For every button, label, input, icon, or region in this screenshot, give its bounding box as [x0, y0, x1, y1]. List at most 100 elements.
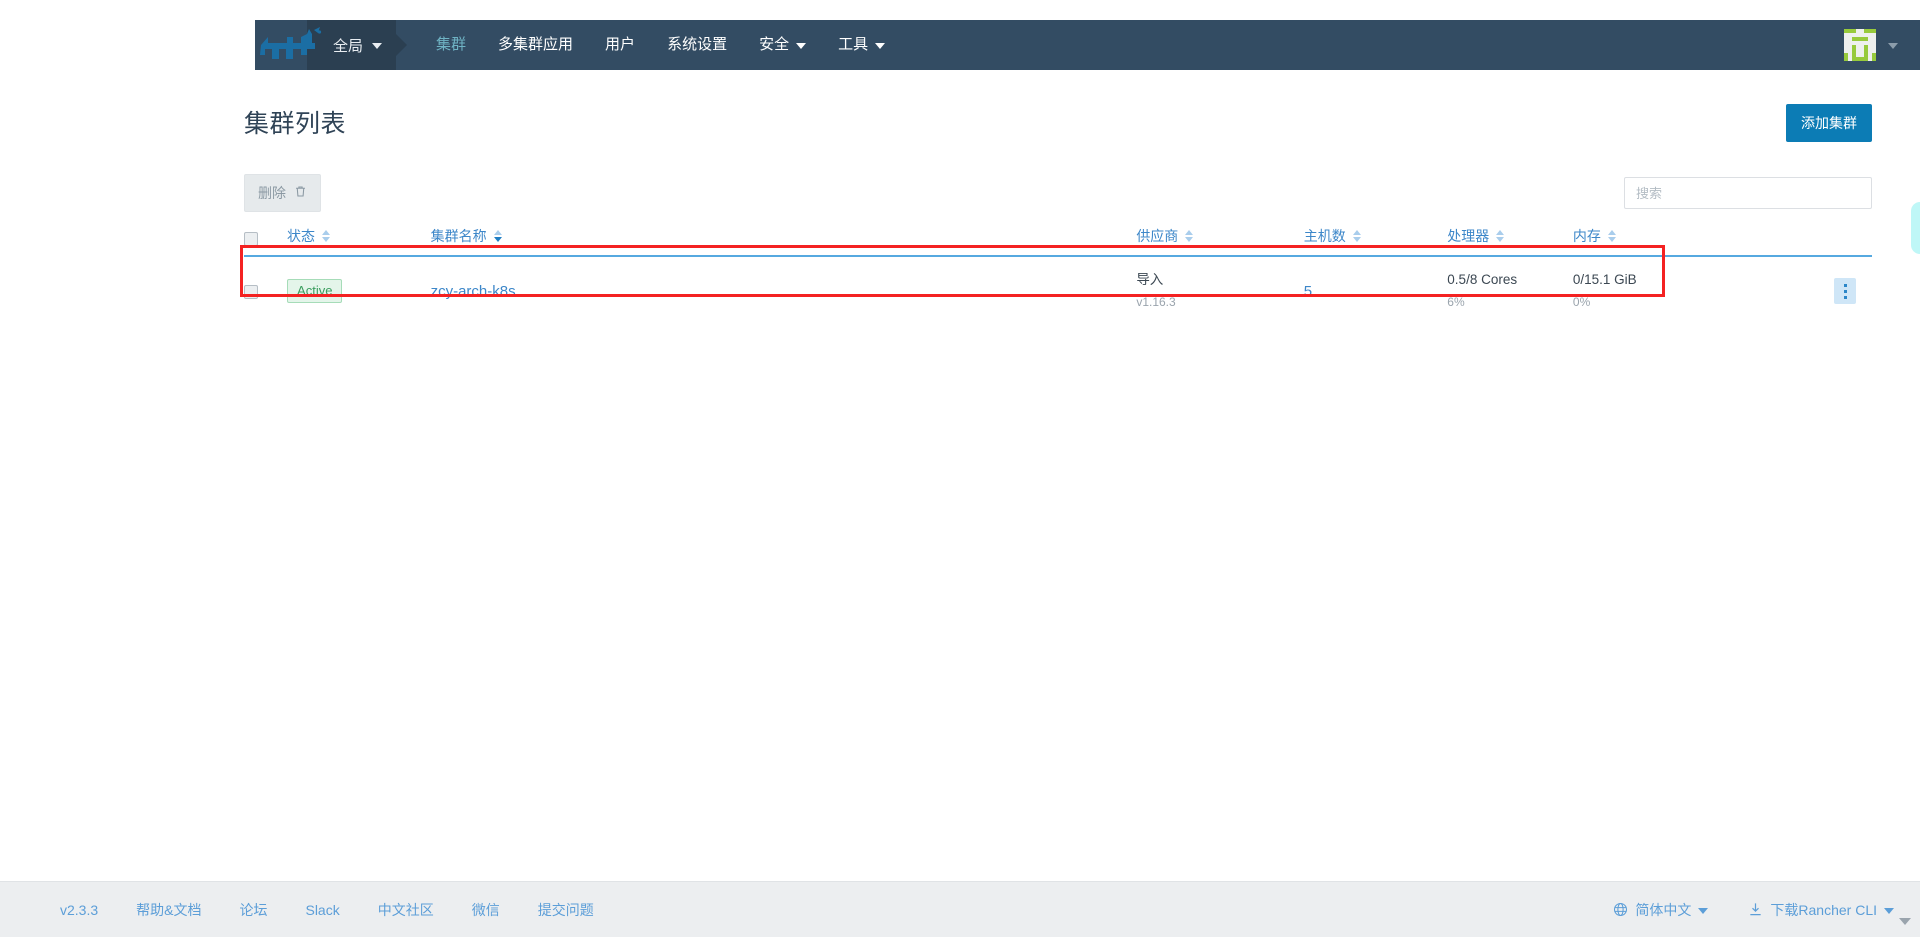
column-cluster-name-label: 集群名称 [430, 228, 487, 244]
delete-button[interactable]: 删除 [244, 174, 321, 212]
nav-link-security-label: 安全 [759, 36, 790, 53]
footer-links: v2.3.3 帮助&文档 论坛 Slack 中文社区 微信 提交问题 [60, 900, 632, 920]
footer-wechat[interactable]: 微信 [472, 900, 500, 920]
chevron-down-icon [1888, 43, 1898, 49]
nav-link-multi-cluster-apps[interactable]: 多集群应用 [482, 20, 589, 70]
column-provider-label: 供应商 [1136, 228, 1179, 244]
status-badge: Active [287, 279, 343, 303]
row-provider-cell: 导入 v1.16.3 [1136, 256, 1304, 325]
chevron-down-icon [372, 43, 383, 49]
nav-link-tools-label: 工具 [838, 36, 869, 53]
column-node-count: 主机数 [1303, 222, 1448, 257]
column-state-sort[interactable]: 状态 [287, 226, 331, 246]
user-menu[interactable] [1844, 20, 1920, 70]
column-memory-label: 内存 [1572, 228, 1601, 244]
provider-version: v1.16.3 [1136, 295, 1176, 309]
nav-link-tools[interactable]: 工具 [822, 20, 901, 70]
column-cpu: 处理器 [1447, 222, 1573, 257]
cluster-table-head: 状态 集群名称 供应商 主机数 处理器 内存 [244, 222, 1872, 257]
app-root: 全局 集群 多集群应用 用户 系统设置 安全 工具 集群列表 添加集群 删除 搜… [0, 0, 1920, 937]
column-node-count-sort[interactable]: 主机数 [1304, 226, 1361, 246]
sort-arrows-icon [322, 230, 331, 242]
page-header: 集群列表 添加集群 [240, 104, 1872, 142]
nav-link-clusters[interactable]: 集群 [420, 20, 482, 70]
sort-arrows-icon [1496, 230, 1505, 242]
vertical-dots-icon[interactable] [1834, 278, 1856, 304]
column-cluster-name: 集群名称 [430, 222, 1137, 257]
nav-link-users-label: 用户 [605, 36, 636, 53]
nav-link-settings-label: 系统设置 [667, 36, 728, 53]
nav-links: 集群 多集群应用 用户 系统设置 安全 工具 [396, 20, 901, 70]
support-widget-tab[interactable] [1911, 202, 1920, 254]
nav-link-security[interactable]: 安全 [743, 20, 822, 70]
table-header-row: 状态 集群名称 供应商 主机数 处理器 内存 [244, 222, 1872, 257]
add-cluster-button[interactable]: 添加集群 [1786, 104, 1872, 142]
node-count-link[interactable]: 5 [1304, 283, 1312, 300]
memory-percent: 0% [1572, 295, 1591, 309]
main-content: 集群列表 添加集群 删除 搜索 状态 集群名称 供应商 主机数 处理器 内存 A… [240, 70, 1920, 877]
cpu-usage: 0.5/8 Cores [1447, 272, 1518, 287]
column-memory-sort[interactable]: 内存 [1573, 226, 1616, 246]
chevron-down-icon [1698, 907, 1709, 914]
chevron-down-icon [1884, 907, 1894, 914]
column-cluster-name-sort[interactable]: 集群名称 [431, 226, 502, 246]
footer-docs[interactable]: 帮助&文档 [136, 900, 201, 920]
column-provider: 供应商 [1136, 222, 1304, 257]
nav-link-multi-cluster-apps-label: 多集群应用 [498, 36, 574, 53]
cluster-table-body: Active zcy-arch-k8s 导入 v1.16.3 5 0.5/8 C… [244, 256, 1872, 325]
search-input[interactable] [1624, 177, 1872, 209]
column-cpu-label: 处理器 [1447, 228, 1490, 244]
sort-arrows-icon [1352, 230, 1361, 242]
globe-icon [1613, 902, 1628, 917]
trash-icon [294, 185, 307, 201]
column-node-count-label: 主机数 [1303, 228, 1346, 244]
footer-version[interactable]: v2.3.3 [60, 902, 98, 918]
cluster-table-wrapper: 状态 集群名称 供应商 主机数 处理器 内存 Active zcy-arch-k… [240, 222, 1872, 325]
column-actions [1764, 222, 1872, 257]
row-actions-cell [1764, 256, 1872, 325]
cluster-table: 状态 集群名称 供应商 主机数 处理器 内存 Active zcy-arch-k… [244, 222, 1872, 325]
column-state: 状态 [287, 222, 431, 257]
column-state-label: 状态 [287, 228, 316, 244]
nav-link-settings[interactable]: 系统设置 [651, 20, 743, 70]
language-selector[interactable]: 简体中文 [1613, 900, 1709, 920]
download-cli-button[interactable]: 下载Rancher CLI [1748, 900, 1894, 920]
nav-link-clusters-label: 集群 [436, 36, 467, 53]
sort-arrows-icon [1185, 230, 1194, 242]
sort-arrows-icon [493, 230, 502, 242]
row-name-cell: zcy-arch-k8s [430, 256, 1137, 325]
rancher-cow-logo[interactable] [257, 27, 327, 65]
chevron-down-icon [875, 43, 886, 49]
table-row[interactable]: Active zcy-arch-k8s 导入 v1.16.3 5 0.5/8 C… [244, 256, 1872, 325]
row-select-cell [244, 256, 288, 325]
row-nodes-cell: 5 [1303, 256, 1448, 325]
memory-usage: 0/15.1 GiB [1572, 272, 1637, 287]
footer-slack[interactable]: Slack [305, 902, 339, 918]
select-all-checkbox[interactable] [244, 232, 258, 246]
footer-chinese-community[interactable]: 中文社区 [378, 900, 434, 920]
download-icon [1748, 902, 1763, 917]
cluster-name-link[interactable]: zcy-arch-k8s [431, 283, 516, 300]
column-memory: 内存 [1572, 222, 1765, 257]
column-provider-sort[interactable]: 供应商 [1136, 226, 1194, 246]
language-label: 简体中文 [1635, 901, 1692, 918]
global-scope-label: 全局 [333, 37, 364, 55]
sort-arrows-icon [1607, 230, 1616, 242]
top-navigation-bar: 全局 集群 多集群应用 用户 系统设置 安全 工具 [255, 20, 1920, 70]
cpu-percent: 6% [1447, 295, 1465, 309]
row-state-cell: Active [287, 256, 431, 325]
footer: v2.3.3 帮助&文档 论坛 Slack 中文社区 微信 提交问题 简体中文 [0, 881, 1920, 937]
footer-file-issue[interactable]: 提交问题 [538, 900, 594, 920]
page-title: 集群列表 [244, 110, 347, 138]
row-checkbox[interactable] [244, 284, 258, 299]
select-all-header [244, 222, 288, 257]
scroll-down-arrow-icon[interactable] [1899, 918, 1911, 925]
table-toolbar: 删除 [240, 174, 1872, 212]
nav-link-users[interactable]: 用户 [589, 20, 651, 70]
delete-button-label: 删除 [258, 185, 286, 201]
user-avatar-identicon [1844, 29, 1876, 61]
footer-forums[interactable]: 论坛 [239, 900, 267, 920]
column-cpu-sort[interactable]: 处理器 [1447, 226, 1505, 246]
download-cli-label: 下载Rancher CLI [1770, 901, 1877, 918]
